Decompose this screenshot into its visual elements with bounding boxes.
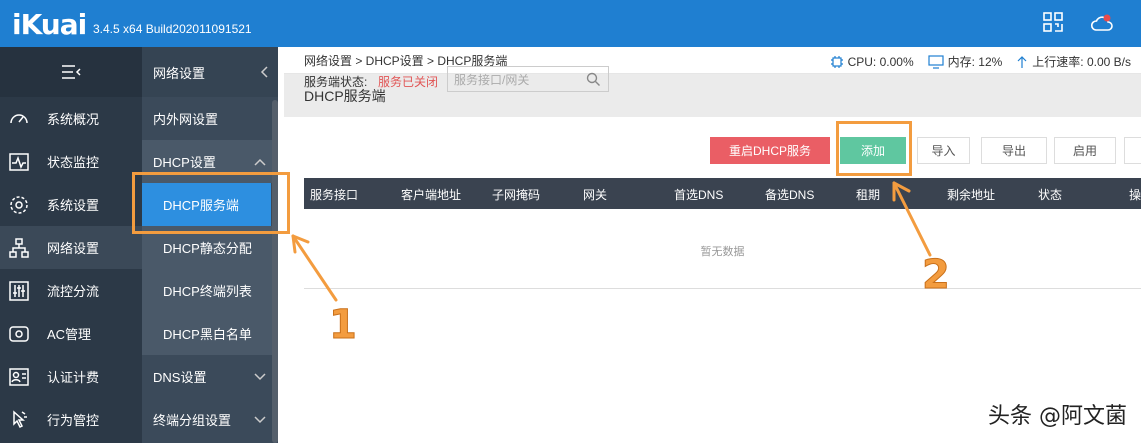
- monitor-icon: [928, 54, 944, 69]
- search-icon: [586, 72, 600, 86]
- sidebar-item-ac[interactable]: AC管理: [0, 312, 142, 355]
- system-stats: CPU: 0.00% 内存: 12% 上行速率: 0.00 B/s: [830, 53, 1131, 70]
- column-header[interactable]: 网关: [583, 186, 607, 203]
- enable-button[interactable]: 启用: [1054, 137, 1116, 164]
- sidebar-item-behavior[interactable]: 行为管控: [0, 398, 142, 441]
- subnav-header[interactable]: 网络设置: [142, 47, 278, 97]
- column-header[interactable]: 状态: [1038, 186, 1062, 203]
- server-status-label: 服务端状态:: [304, 75, 368, 89]
- menu-collapse-icon: [62, 65, 81, 79]
- chevron-left-icon: [260, 66, 268, 78]
- cloud-icon[interactable]: [1090, 12, 1113, 34]
- pointer-icon: [8, 409, 30, 431]
- sidebar-item-label: 认证计费: [47, 370, 100, 385]
- search-input[interactable]: 服务接口/网关: [447, 66, 609, 92]
- sub-sidebar: 网络设置 内外网设置 DHCP设置 DHCP服务端 DHCP静态分配 DHCP终…: [142, 47, 278, 443]
- subnav-item-label: DNS设置: [153, 370, 207, 385]
- subnav-item-wan-lan[interactable]: 内外网设置: [142, 97, 278, 140]
- subnav-item-label: DHCP黑白名单: [163, 327, 252, 342]
- gear-icon: [8, 194, 30, 216]
- sidebar-item-monitor[interactable]: 状态监控: [0, 140, 142, 183]
- more-button[interactable]: [1124, 137, 1141, 164]
- top-bar: iKuai 3.4.5 x64 Build202011091521: [0, 0, 1141, 47]
- subnav-scrollbar[interactable]: [272, 100, 278, 443]
- subnav-item-dns[interactable]: DNS设置: [142, 355, 278, 398]
- subnav-item-label: DHCP设置: [153, 155, 216, 170]
- empty-table-message: 暂无数据: [304, 209, 1141, 289]
- subnav-item-label: 终端分组设置: [153, 413, 232, 428]
- sidebar-item-label: 网络设置: [47, 241, 100, 256]
- subnav-item-label: 内外网设置: [153, 112, 219, 127]
- version-label: 3.4.5 x64 Build202011091521: [93, 22, 252, 36]
- subnav-item-label: DHCP终端列表: [163, 284, 252, 299]
- server-status-value: 服务已关闭: [378, 75, 439, 89]
- sidebar-item-network[interactable]: 网络设置: [0, 226, 142, 269]
- import-button[interactable]: 导入: [917, 137, 970, 164]
- subnav-title: 网络设置: [153, 65, 206, 81]
- column-header[interactable]: 客户端地址: [401, 186, 461, 203]
- dashboard-icon: [8, 108, 30, 130]
- ikuai-logo: iKuai: [12, 8, 87, 41]
- router-icon: [8, 323, 30, 345]
- chevron-down-icon: [254, 415, 266, 423]
- column-header[interactable]: 操: [1129, 186, 1141, 203]
- column-header[interactable]: 首选DNS: [674, 186, 723, 203]
- sidebar-item-label: 状态监控: [47, 155, 100, 170]
- restart-dhcp-button[interactable]: 重启DHCP服务: [710, 137, 830, 164]
- subnav-item-dhcp-blacklist[interactable]: DHCP黑白名单: [142, 312, 278, 355]
- subnav-item-terminal-group[interactable]: 终端分组设置: [142, 398, 278, 441]
- main-content: 网络设置 > DHCP设置 > DHCP服务端 CPU: 0.00% 内存: 1…: [284, 47, 1141, 443]
- sidebar-item-label: 系统概况: [47, 112, 100, 127]
- network-icon: [8, 237, 30, 259]
- column-header[interactable]: 子网掩码: [492, 186, 540, 203]
- pulse-icon: [8, 151, 30, 173]
- subnav-item-dhcp-clients[interactable]: DHCP终端列表: [142, 269, 278, 312]
- column-header[interactable]: 租期: [856, 186, 880, 203]
- sidebar-item-auth[interactable]: 认证计费: [0, 355, 142, 398]
- sidebar-item-overview[interactable]: 系统概况: [0, 97, 142, 140]
- annotation-number-1: 1: [329, 302, 358, 349]
- export-button[interactable]: 导出: [981, 137, 1047, 164]
- sidebar-item-flow[interactable]: 流控分流: [0, 269, 142, 312]
- sidebar-item-system[interactable]: 系统设置: [0, 183, 142, 226]
- column-header[interactable]: 剩余地址: [947, 186, 995, 203]
- collapse-menu-button[interactable]: [0, 47, 142, 97]
- highlight-box-add: [836, 121, 912, 176]
- cpu-stat: CPU: 0.00%: [830, 53, 914, 70]
- subnav-item-label: DHCP静态分配: [163, 241, 252, 256]
- table-header: 服务接口 客户端地址 子网掩码 网关 首选DNS 备选DNS 租期 剩余地址 状…: [304, 178, 1141, 209]
- sidebar-item-label: 流控分流: [47, 284, 100, 299]
- cpu-icon: [830, 55, 843, 68]
- sliders-icon: [8, 280, 30, 302]
- sidebar-item-label: 系统设置: [47, 198, 100, 213]
- id-card-icon: [8, 366, 30, 388]
- chevron-down-icon: [254, 372, 266, 380]
- column-header[interactable]: 服务接口: [310, 186, 358, 203]
- watermark: 头条 @阿文菌: [988, 404, 1127, 429]
- sidebar-item-label: AC管理: [47, 327, 92, 342]
- annotation-number-2: 2: [922, 252, 951, 299]
- sidebar-item-label: 行为管控: [47, 413, 100, 428]
- grid-icon[interactable]: [1043, 12, 1065, 34]
- main-sidebar: 系统概况 状态监控 系统设置 网络设置 流控分流 AC管理 认证计费 行为管控: [0, 47, 142, 443]
- memory-stat: 内存: 12%: [928, 53, 1002, 70]
- chevron-up-icon: [254, 158, 266, 166]
- arrow-up-icon: [1017, 55, 1027, 68]
- column-header[interactable]: 备选DNS: [765, 186, 814, 203]
- highlight-box-dhcp-server: [132, 172, 290, 234]
- upload-stat: 上行速率: 0.00 B/s: [1016, 53, 1131, 70]
